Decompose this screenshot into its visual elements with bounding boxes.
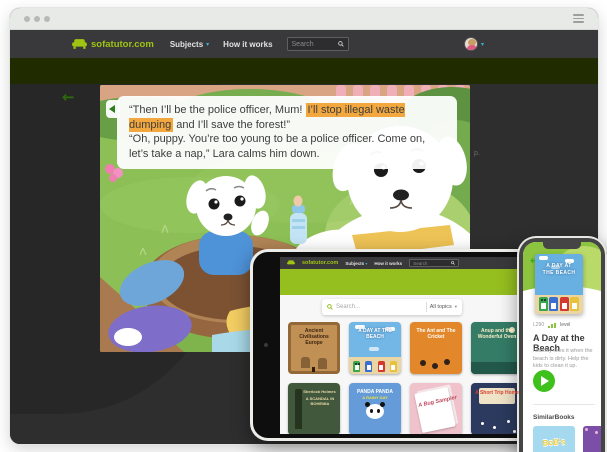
divider — [533, 404, 595, 405]
topics-dropdown[interactable]: All topics▾ — [430, 304, 457, 310]
book-tile-title: A DAY AT THE BEACH — [349, 322, 401, 340]
window-dot[interactable] — [34, 16, 40, 22]
level-row: L290 level — [533, 322, 570, 328]
book-tile[interactable]: Sherlock HolmesA SCANDAL IN BOHEMIA — [288, 383, 340, 434]
similar-book-title: BoB's — [533, 437, 575, 449]
window-dot[interactable] — [44, 16, 50, 22]
recycling-bins-icon — [353, 361, 397, 372]
sofa-icon — [287, 260, 295, 266]
book-tile[interactable]: A Short Trip Home — [471, 383, 523, 434]
book-tile-title: Ancient Civilisations Europe — [288, 322, 340, 346]
bin-icon — [390, 361, 397, 372]
sofa-icon — [72, 39, 87, 49]
book-tile[interactable]: PANDA PANDAA RAINY DAY — [349, 383, 401, 434]
bin-icon — [378, 361, 385, 372]
tablet-book-grid: Ancient Civilisations Europe A DAY AT THE… — [288, 322, 528, 434]
nav-subjects[interactable]: Subjects▾ — [170, 40, 209, 49]
panda-eyes-icon — [370, 409, 373, 413]
sofatutor-logo[interactable]: sofatutor.com — [72, 39, 154, 50]
phone-notch — [543, 242, 581, 249]
phone-book-cover[interactable]: A DAY ATTHE BEACH — [535, 254, 583, 314]
cover-title: A DAY ATTHE BEACH — [535, 263, 583, 276]
bin-icon — [353, 361, 360, 372]
browser-navbar: sofatutor.com Subjects▾ How it works Sea… — [10, 30, 598, 58]
logo-text: sofatutor.com — [91, 39, 154, 50]
window-dot[interactable] — [24, 16, 30, 22]
user-menu[interactable]: ▾ — [464, 37, 484, 51]
level-bars-icon — [548, 323, 556, 328]
window-controls[interactable] — [24, 16, 50, 22]
book-tile-title: Sherlock Holmes — [288, 383, 340, 395]
nav-links: Subjects▾ How it works — [170, 40, 273, 49]
book-tile-title: Anup and the Wonderful Oven — [471, 322, 523, 340]
book-tile[interactable]: Anup and the Wonderful Oven — [471, 322, 523, 374]
bin-icon — [570, 297, 579, 311]
bin-icon — [365, 361, 372, 372]
similar-book-cover[interactable]: BoB's — [533, 426, 575, 452]
search-placeholder: Search... — [336, 304, 423, 310]
similar-book-cover[interactable] — [583, 426, 601, 452]
page-header-band — [10, 58, 598, 84]
search-icon — [451, 261, 455, 265]
browser-chrome-bar — [10, 8, 598, 30]
similar-books-row: BoB's — [533, 426, 601, 452]
chevron-down-icon: ▾ — [455, 305, 457, 310]
navbar-search-input[interactable]: Search — [287, 37, 349, 51]
search-placeholder: Search — [292, 41, 335, 48]
back-button[interactable]: ← — [62, 88, 75, 106]
story-paragraph-2: “Oh, puppy. You’re too young to be a pol… — [129, 132, 447, 161]
book-tile-subtitle: A RAINY DAY — [349, 395, 401, 400]
user-avatar[interactable] — [464, 37, 478, 51]
level-label: level — [560, 322, 570, 328]
bin-icon — [560, 297, 569, 311]
search-icon — [327, 304, 333, 310]
screenshot-stage: sofatutor.com Subjects▾ How it works Sea… — [0, 0, 607, 452]
book-tile[interactable]: Ancient Civilisations Europe — [288, 322, 340, 374]
chevron-down-icon: ▾ — [365, 261, 367, 266]
level-code: L290 — [533, 322, 544, 328]
avatar-caret-icon: ▾ — [481, 41, 484, 48]
logo-text: sofatutor.com — [302, 260, 338, 266]
book-tile-title: A Short Trip Home — [471, 383, 523, 396]
phone-screen: ← A DAY ATTHE BEACH L290 level A Day at … — [523, 242, 601, 452]
story-text-box: “Then I’ll be the police officer, Mum! I… — [117, 96, 457, 169]
similar-books-heading: SimilarBooks — [533, 414, 575, 421]
book-tile[interactable]: A Bug Sampler — [410, 383, 462, 434]
recycling-bins-icon — [539, 297, 579, 311]
stray-text: p. — [474, 150, 480, 157]
panda-face-icon — [366, 404, 384, 419]
book-tile-subtitle: A SCANDAL IN BOHEMIA — [288, 396, 340, 406]
phone-mockup: ← A DAY ATTHE BEACH L290 level A Day at … — [519, 238, 605, 452]
book-tile[interactable]: The Ant and The Cricket — [410, 322, 462, 374]
bin-icon — [539, 297, 548, 311]
play-button[interactable] — [533, 370, 555, 392]
book-tile-title: The Ant and The Cricket — [410, 322, 462, 340]
book-tile-title: PANDA PANDA — [349, 383, 401, 395]
book-description: Nobody likes it when the beach is dirty.… — [533, 348, 595, 371]
tablet-navbar-search[interactable]: Search — [409, 259, 459, 267]
divider — [426, 302, 427, 312]
tablet-search-bar[interactable]: Search... All topics▾ — [322, 299, 462, 315]
bin-icon — [549, 297, 558, 311]
search-icon — [338, 41, 344, 47]
cloud-icon — [539, 256, 548, 260]
tablet-camera-icon — [264, 343, 268, 347]
hamburger-menu-icon[interactable] — [573, 14, 584, 23]
similar-book-title — [583, 437, 601, 440]
nav-how-it-works[interactable]: How it works — [374, 261, 402, 266]
story-paragraph-1: “Then I’ll be the police officer, Mum! I… — [129, 103, 447, 132]
book-tile-title: A Bug Sampler — [410, 383, 462, 410]
nav-subjects[interactable]: Subjects ▾ — [345, 261, 367, 266]
nav-how-it-works[interactable]: How it works — [223, 40, 272, 49]
book-tile[interactable]: A DAY AT THE BEACH — [349, 322, 401, 374]
chevron-down-icon: ▾ — [206, 41, 209, 48]
